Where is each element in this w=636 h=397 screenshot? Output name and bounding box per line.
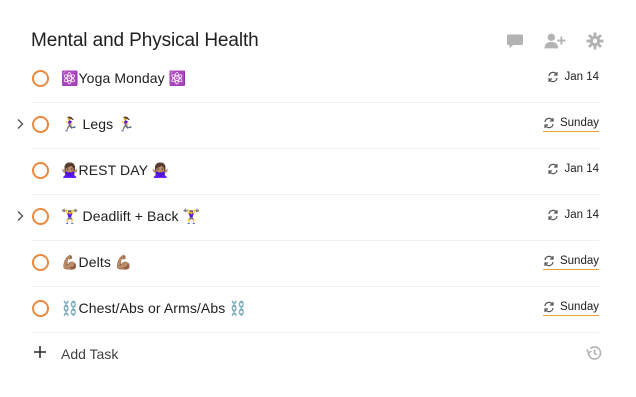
expand-subtasks-button[interactable] (14, 209, 26, 223)
gear-icon (586, 32, 604, 50)
task-item[interactable]: 🏋️‍♀️ Deadlift + Back 🏋️‍♀️ Jan 14 (17, 195, 599, 241)
due-date[interactable]: Jan 14 (547, 71, 599, 85)
comment-button[interactable] (504, 30, 526, 52)
share-button[interactable] (544, 30, 566, 52)
add-task-row[interactable]: Add Task (31, 341, 602, 369)
due-date[interactable]: Sunday (542, 301, 599, 316)
recurring-icon (544, 255, 554, 267)
task-content[interactable]: 🏃‍♀️ Legs 🏃‍♀️ (61, 116, 135, 133)
settings-button[interactable] (584, 30, 606, 52)
add-task-button[interactable]: Add Task (61, 346, 118, 362)
recurring-icon (544, 117, 554, 129)
task-content[interactable]: ⚛️Yoga Monday ⚛️ (61, 70, 186, 87)
task-item[interactable]: ⚛️Yoga Monday ⚛️ Jan 14 (31, 57, 599, 103)
task-content[interactable]: ⛓️Chest/Abs or Arms/Abs ⛓️ (61, 300, 247, 317)
due-date-label: Jan 14 (564, 163, 599, 175)
task-content[interactable]: 🏋️‍♀️ Deadlift + Back 🏋️‍♀️ (61, 208, 200, 225)
due-date[interactable]: Jan 14 (547, 209, 599, 223)
task-checkbox[interactable] (32, 70, 49, 87)
due-date-label: Sunday (559, 255, 599, 267)
header-actions (504, 30, 606, 52)
plus-icon[interactable] (33, 345, 47, 359)
task-item[interactable]: 🙅🏽‍♀️REST DAY 🙅🏽‍♀️ Jan 14 (31, 149, 599, 195)
recurring-icon (548, 209, 559, 221)
task-content[interactable]: 💪🏽Delts 💪🏽 (61, 254, 132, 271)
task-checkbox[interactable] (32, 300, 49, 317)
project-title[interactable]: Mental and Physical Health (31, 30, 259, 52)
due-date[interactable]: Jan 14 (547, 163, 599, 177)
chevron-right-icon (17, 119, 24, 129)
add-person-icon (544, 33, 566, 49)
chevron-right-icon (17, 211, 24, 221)
project-header: Mental and Physical Health (0, 22, 636, 62)
due-date-label: Jan 14 (564, 209, 599, 221)
recurring-icon (548, 163, 559, 175)
due-date-label: Sunday (559, 301, 599, 313)
task-checkbox[interactable] (32, 162, 49, 179)
task-checkbox[interactable] (32, 208, 49, 225)
expand-subtasks-button[interactable] (14, 117, 26, 131)
due-date-label: Jan 14 (564, 71, 599, 83)
due-date[interactable]: Sunday (542, 117, 599, 132)
due-date-label: Sunday (559, 117, 599, 129)
task-content[interactable]: 🙅🏽‍♀️REST DAY 🙅🏽‍♀️ (61, 162, 169, 179)
task-checkbox[interactable] (32, 116, 49, 133)
recurring-icon (548, 71, 559, 83)
recurring-icon (544, 301, 554, 313)
task-checkbox[interactable] (32, 254, 49, 271)
history-icon[interactable] (585, 344, 603, 362)
comment-icon (507, 34, 523, 48)
task-item[interactable]: 💪🏽Delts 💪🏽 Sunday (31, 241, 599, 287)
due-date[interactable]: Sunday (542, 255, 599, 270)
task-list: ⚛️Yoga Monday ⚛️ Jan 14 🏃‍♀️ Legs 🏃‍♀️ (0, 57, 636, 333)
task-item[interactable]: 🏃‍♀️ Legs 🏃‍♀️ Sunday (17, 103, 599, 149)
task-item[interactable]: ⛓️Chest/Abs or Arms/Abs ⛓️ Sunday (31, 287, 599, 333)
